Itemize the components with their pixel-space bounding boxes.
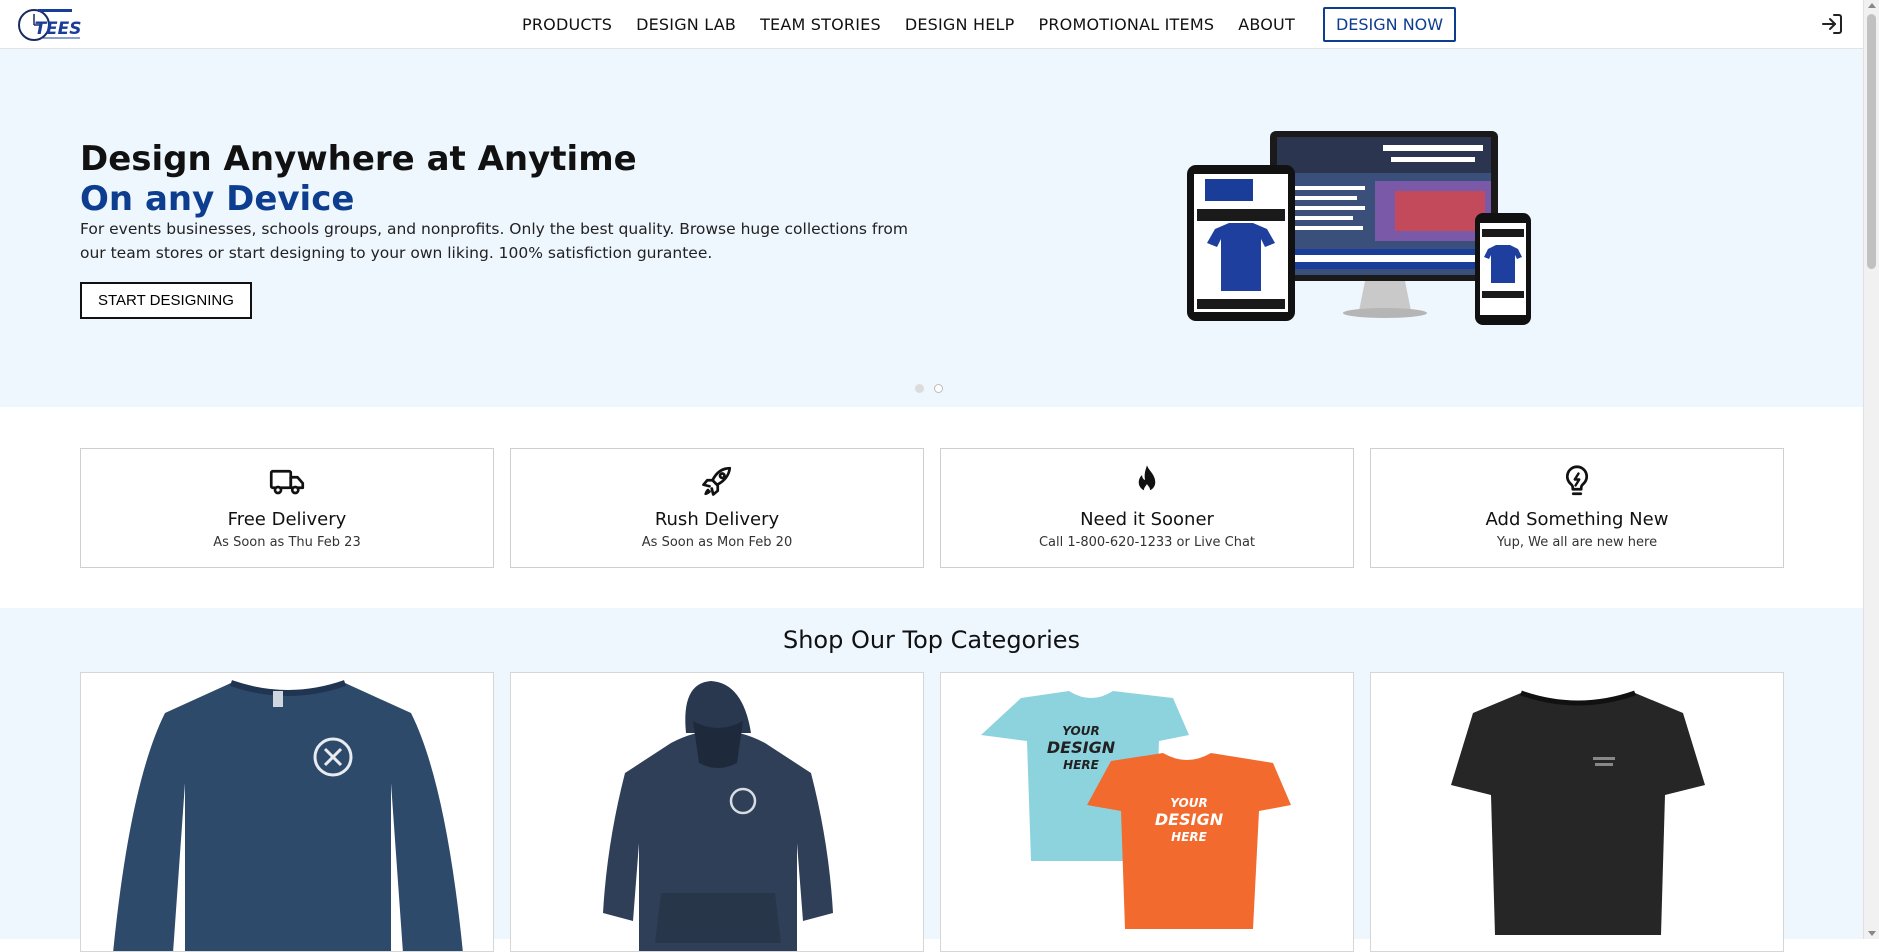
features-row: Free Delivery As Soon as Thu Feb 23 Rush… <box>80 448 1784 568</box>
nav-design-lab[interactable]: DESIGN LAB <box>636 15 736 34</box>
feature-text: As Soon as Mon Feb 20 <box>641 535 793 550</box>
carousel-dot-2[interactable] <box>934 384 943 393</box>
svg-text:HERE: HERE <box>1171 830 1207 844</box>
start-designing-button[interactable]: START DESIGNING <box>80 282 252 319</box>
scroll-up-icon[interactable] <box>1868 3 1876 8</box>
category-card-design-tees[interactable]: YOUR DESIGN HERE YOUR DESIGN HERE <box>940 672 1354 952</box>
top-categories-section: Shop Our Top Categories YOUR DESIGN HERE… <box>0 608 1863 952</box>
category-card-black-tshirt[interactable] <box>1370 672 1784 952</box>
feature-title: Need it Sooner <box>1080 509 1214 530</box>
hero-description: For events businesses, schools groups, a… <box>80 220 908 262</box>
design-tees-image: YOUR DESIGN HERE YOUR DESIGN HERE <box>981 691 1291 929</box>
category-card-hoodie[interactable] <box>510 672 924 952</box>
carousel-dot-1[interactable] <box>915 384 924 393</box>
hero-banner: Design Anywhere at Anytime On any Device… <box>0 49 1863 407</box>
hero-subtitle: On any Device <box>80 179 355 219</box>
hoodie-image <box>603 681 833 951</box>
site-header: TEES PRODUCTS DESIGN LAB TEAM STORIES DE… <box>0 0 1863 49</box>
scroll-down-icon[interactable] <box>1868 931 1876 936</box>
category-card-long-sleeve[interactable] <box>80 672 494 952</box>
page-scrollbar[interactable] <box>1863 0 1879 939</box>
feature-text: Call 1-800-620-1233 or Live Chat <box>1038 535 1256 550</box>
truck-icon <box>269 469 305 495</box>
svg-text:HERE: HERE <box>1063 758 1099 772</box>
categories-title: Shop Our Top Categories <box>782 626 1081 654</box>
black-tshirt-image <box>1451 690 1705 935</box>
carousel-dots <box>915 384 943 393</box>
svg-text:YOUR: YOUR <box>1062 724 1099 738</box>
svg-text:TEES: TEES <box>34 19 81 39</box>
svg-text:YOUR: YOUR <box>1170 796 1207 810</box>
svg-text:DESIGN: DESIGN <box>1047 738 1116 757</box>
design-now-button[interactable]: DESIGN NOW <box>1322 7 1457 42</box>
main-nav: PRODUCTS DESIGN LAB TEAM STORIES DESIGN … <box>522 0 1457 49</box>
nav-team-stories[interactable]: TEAM STORIES <box>760 15 881 34</box>
lightbulb-icon <box>1565 465 1589 496</box>
tees-logo[interactable]: TEES <box>18 4 90 46</box>
feature-card-add-something-new: Add Something New Yup, We all are new he… <box>1370 448 1784 568</box>
nav-about[interactable]: ABOUT <box>1238 15 1295 34</box>
nav-products[interactable]: PRODUCTS <box>522 15 612 34</box>
long-sleeve-shirt-image <box>113 680 463 951</box>
hero-title: Design Anywhere at Anytime <box>80 139 637 179</box>
feature-text: Yup, We all are new here <box>1496 535 1658 550</box>
feature-card-need-it-sooner: Need it Sooner Call 1-800-620-1233 or Li… <box>940 448 1354 568</box>
login-icon[interactable] <box>1820 12 1844 36</box>
svg-text:DESIGN: DESIGN <box>1155 810 1224 829</box>
feature-text: As Soon as Thu Feb 23 <box>213 535 361 550</box>
feature-card-free-delivery: Free Delivery As Soon as Thu Feb 23 <box>80 448 494 568</box>
scrollbar-thumb[interactable] <box>1867 14 1876 269</box>
feature-card-rush-delivery: Rush Delivery As Soon as Mon Feb 20 <box>510 448 924 568</box>
feature-title: Rush Delivery <box>654 509 780 530</box>
feature-title: Free Delivery <box>227 509 347 530</box>
nav-promotional-items[interactable]: PROMOTIONAL ITEMS <box>1038 15 1214 34</box>
flame-icon <box>1138 465 1156 493</box>
devices-illustration <box>1187 131 1531 325</box>
feature-title: Add Something New <box>1485 509 1669 530</box>
rocket-icon <box>702 466 732 496</box>
nav-design-help[interactable]: DESIGN HELP <box>905 15 1015 34</box>
